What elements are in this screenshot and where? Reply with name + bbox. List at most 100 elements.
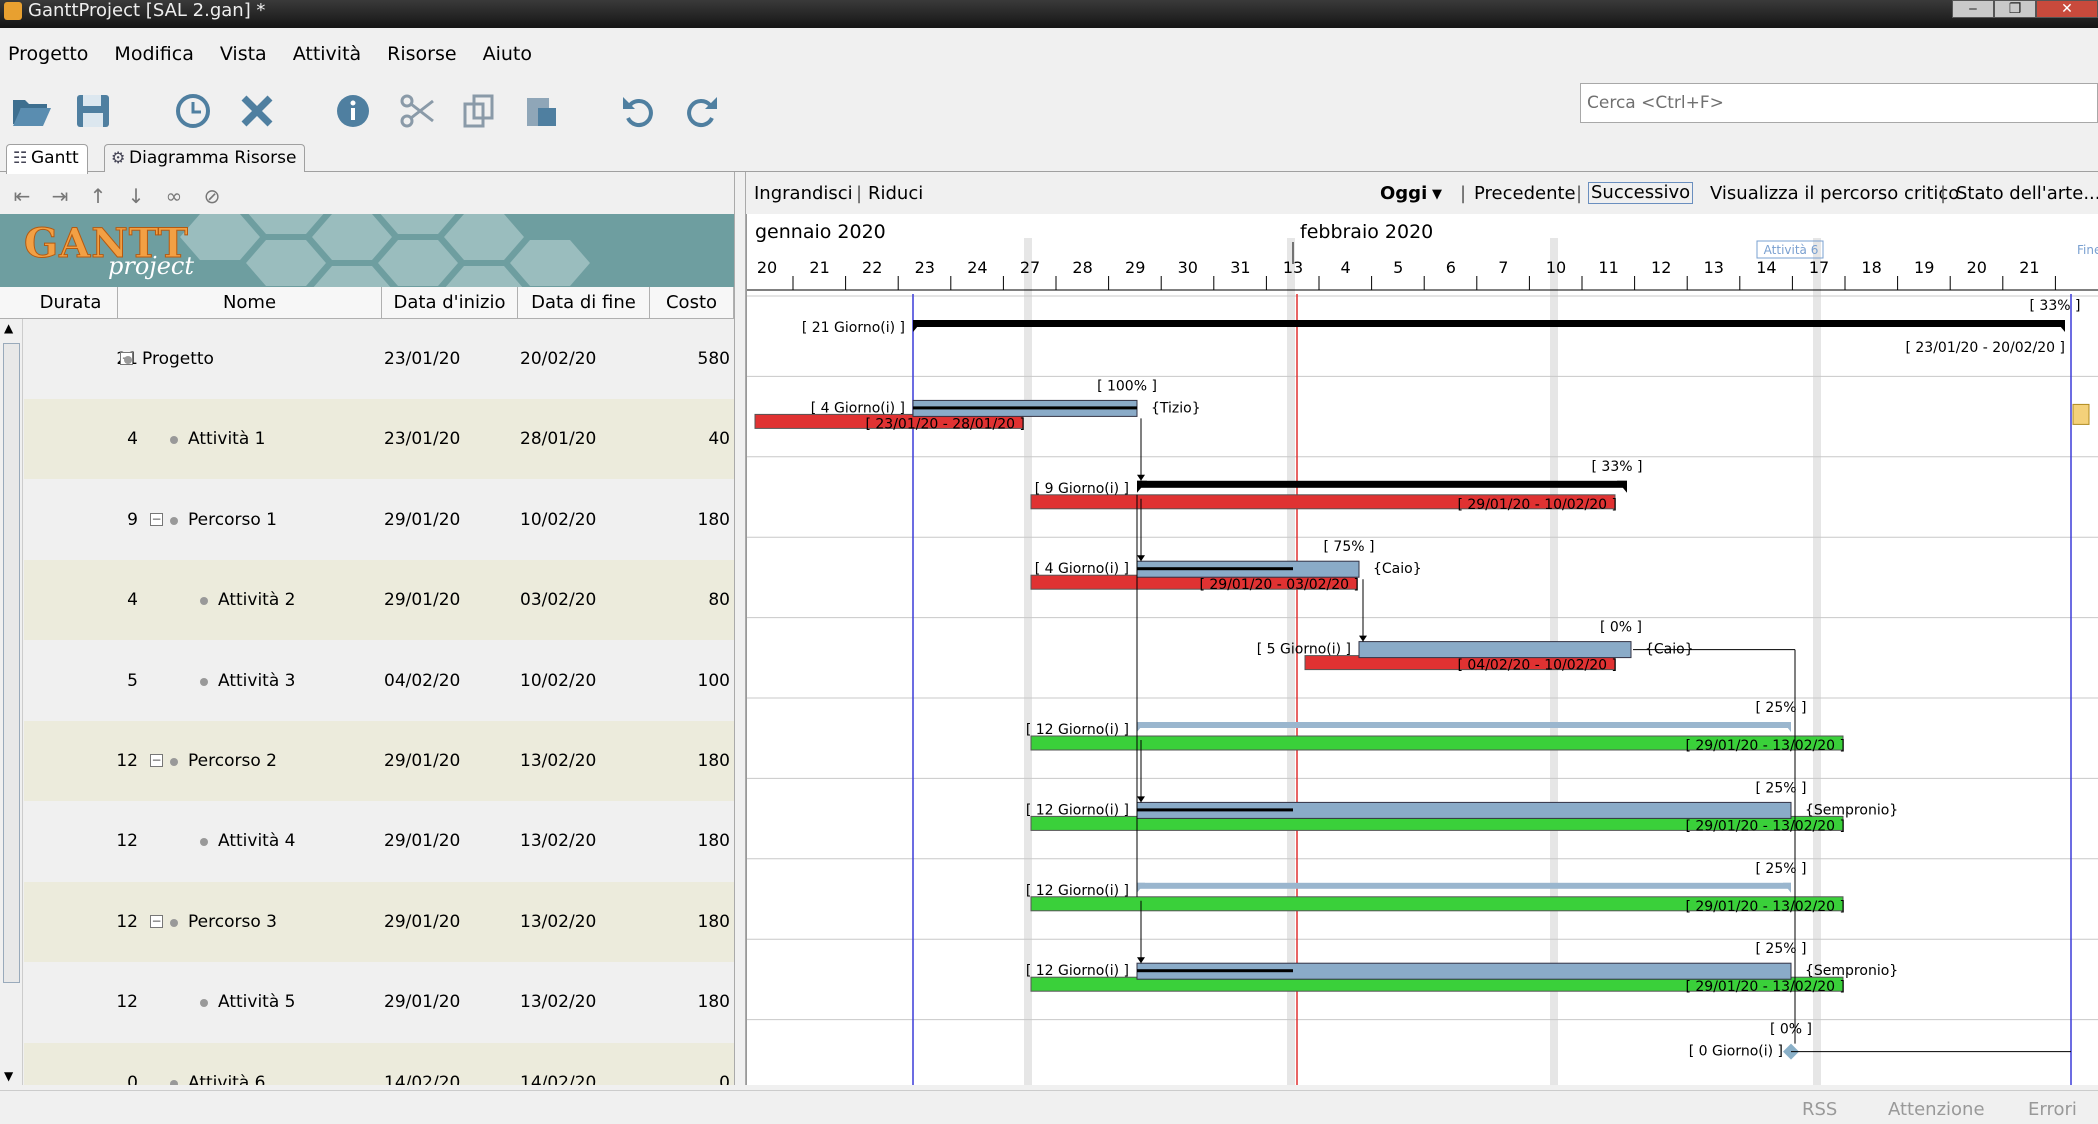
maximize-button[interactable]: ❐	[1994, 0, 2036, 18]
col-costo[interactable]: Costo	[650, 287, 734, 318]
cell-data-inizio: 29/01/20	[384, 992, 461, 1013]
table-row[interactable]: 4 Attività 1 23/01/20 28/01/20 40	[24, 399, 734, 480]
table-row[interactable]: 0 Attività 6 14/02/20 14/02/20 0	[24, 1042, 734, 1085]
cell-data-fine: 28/01/20	[520, 429, 597, 450]
errori-link[interactable]: Errori	[2028, 1099, 2077, 1120]
cell-nome[interactable]: Percorso 3	[188, 912, 277, 932]
table-row[interactable]: 12 Attività 5 29/01/20 13/02/20 180	[24, 962, 734, 1042]
cell-nome[interactable]: Percorso 1	[188, 510, 277, 530]
cut-icon[interactable]	[396, 90, 438, 132]
collapse-icon[interactable]: −	[150, 914, 163, 928]
col-nome[interactable]: Nome	[118, 287, 382, 318]
day-label: 20	[1967, 258, 1987, 277]
col-durata[interactable]: Durata	[24, 287, 118, 318]
scroll-up-icon[interactable]: ▲	[4, 321, 13, 335]
task-bar	[1358, 641, 1632, 659]
cell-data-inizio: 29/01/20	[384, 911, 461, 932]
resource-label: {Sempronio}	[1805, 963, 1898, 979]
summary-bar	[1137, 722, 1791, 728]
zoom-in-link[interactable]: Ingrandisci	[754, 183, 853, 204]
col-data-fine[interactable]: Data di fine	[518, 287, 650, 318]
menu-vista[interactable]: Vista	[220, 43, 267, 65]
paste-icon[interactable]	[520, 90, 562, 132]
table-row[interactable]: 21−Progetto23/01/2020/02/20580	[24, 319, 734, 399]
day-label: 11	[1598, 258, 1618, 277]
collapse-icon[interactable]: −	[150, 512, 163, 526]
cell-nome[interactable]: Attività 6	[188, 1073, 265, 1085]
unindent-icon[interactable]: ⇤	[10, 184, 34, 208]
undo-icon[interactable]	[618, 90, 660, 132]
cell-durata: 12	[116, 751, 138, 771]
day-label: 21	[809, 258, 829, 277]
duration-label: [ 5 Giorno(i) ]	[1257, 642, 1351, 658]
cell-data-inizio: 29/01/20	[384, 509, 461, 530]
cell-nome[interactable]: Progetto	[142, 349, 214, 369]
table-row[interactable]: 5 Attività 3 04/02/20 10/02/20 100	[24, 641, 734, 721]
search-input[interactable]: Cerca <Ctrl+F>	[1580, 83, 2098, 123]
close-window-button[interactable]: ✕	[2036, 0, 2098, 18]
table-scrollbar[interactable]: ▲ ▼	[0, 319, 23, 1085]
menu-attivita[interactable]: Attività	[293, 43, 361, 65]
bullet-icon	[170, 1079, 178, 1085]
critical-path-link[interactable]: Visualizza il percorso critico	[1710, 183, 1959, 204]
tab-diagramma-risorse[interactable]: ⚙ Diagramma Risorse	[104, 144, 306, 172]
redo-icon[interactable]	[680, 90, 722, 132]
date-range-label: [ 29/01/20 - 13/02/20 ]	[1685, 818, 1845, 834]
cell-nome[interactable]: Percorso 2	[188, 751, 277, 771]
link-icon[interactable]: ∞	[162, 184, 186, 208]
cell-nome[interactable]: Attività 2	[218, 590, 295, 610]
table-row[interactable]: 9− Percorso 1 29/01/20 10/02/20 180	[24, 480, 734, 560]
attenzione-link[interactable]: Attenzione	[1888, 1099, 1985, 1120]
menu-modifica[interactable]: Modifica	[114, 43, 193, 65]
date-range-label: [ 29/01/20 - 03/02/20 ]	[1199, 577, 1359, 593]
table-row[interactable]: 12 Attività 4 29/01/20 13/02/20 180	[24, 801, 734, 881]
today-button[interactable]: Oggi	[1380, 183, 1427, 204]
move-up-icon[interactable]: ↑	[86, 184, 110, 208]
cell-nome[interactable]: Attività 3	[218, 671, 295, 691]
duration-label: [ 12 Giorno(i) ]	[1026, 722, 1129, 738]
rss-link[interactable]: RSS	[1802, 1099, 1837, 1120]
task-table: 21−Progetto23/01/2020/02/205804Attività …	[0, 319, 734, 1085]
info-icon[interactable]	[332, 90, 374, 132]
scroll-thumb[interactable]	[3, 343, 20, 983]
minimize-button[interactable]: ‒	[1952, 0, 1994, 18]
copy-icon[interactable]	[458, 90, 500, 132]
cell-costo: 580	[697, 349, 730, 369]
collapse-icon[interactable]: −	[150, 754, 163, 767]
delete-icon[interactable]	[236, 90, 278, 132]
table-row[interactable]: 12− Percorso 2 29/01/20 13/02/20 180	[24, 721, 734, 801]
progress-line	[1137, 808, 1293, 812]
indent-icon[interactable]: ⇥	[48, 184, 72, 208]
scroll-down-icon[interactable]: ▼	[4, 1069, 13, 1083]
day-label: 24	[967, 258, 987, 277]
cell-durata: 9	[127, 509, 138, 530]
date-range-label: [ 29/01/20 - 10/02/20 ]	[1457, 497, 1617, 513]
save-icon[interactable]	[72, 90, 114, 132]
tab-gantt-label: Gantt	[31, 148, 79, 168]
table-row[interactable]: 12− Percorso 3 29/01/20 13/02/20 180	[24, 881, 734, 962]
tab-gantt[interactable]: ☷ Gantt	[6, 144, 88, 174]
baseline-link[interactable]: Stato dell'arte...	[1956, 183, 2098, 204]
col-data-inizio[interactable]: Data d'inizio	[382, 287, 518, 318]
gantt-chart[interactable]: gennaio 2020 febbraio 2020 Attività 6 Fine 2…	[746, 214, 2098, 1085]
table-row[interactable]: 4 Attività 2 29/01/20 03/02/20 80	[24, 560, 734, 641]
cell-nome[interactable]: Attività 4	[218, 831, 295, 851]
day-label: 31	[1230, 258, 1250, 277]
menu-progetto[interactable]: Progetto	[8, 43, 88, 65]
chevron-down-icon[interactable]: ▼	[1432, 187, 1442, 202]
dependency-arrow	[1359, 635, 1367, 642]
cell-costo: 180	[697, 831, 730, 852]
move-down-icon[interactable]: ↓	[124, 184, 148, 208]
cell-data-fine: 20/02/20	[520, 349, 597, 369]
menu-aiuto[interactable]: Aiuto	[483, 43, 532, 65]
cell-nome[interactable]: Attività 5	[218, 992, 295, 1012]
zoom-out-link[interactable]: Riduci	[868, 183, 923, 204]
open-folder-icon[interactable]	[10, 90, 52, 132]
cell-nome[interactable]: Attività 1	[188, 429, 265, 449]
menu-risorse[interactable]: Risorse	[387, 43, 456, 65]
pane-splitter[interactable]	[734, 172, 746, 1085]
next-link[interactable]: Successivo	[1588, 182, 1694, 204]
clock-icon[interactable]	[172, 90, 214, 132]
unlink-icon[interactable]: ⊘	[200, 184, 224, 208]
previous-link[interactable]: Precedente	[1474, 183, 1576, 204]
